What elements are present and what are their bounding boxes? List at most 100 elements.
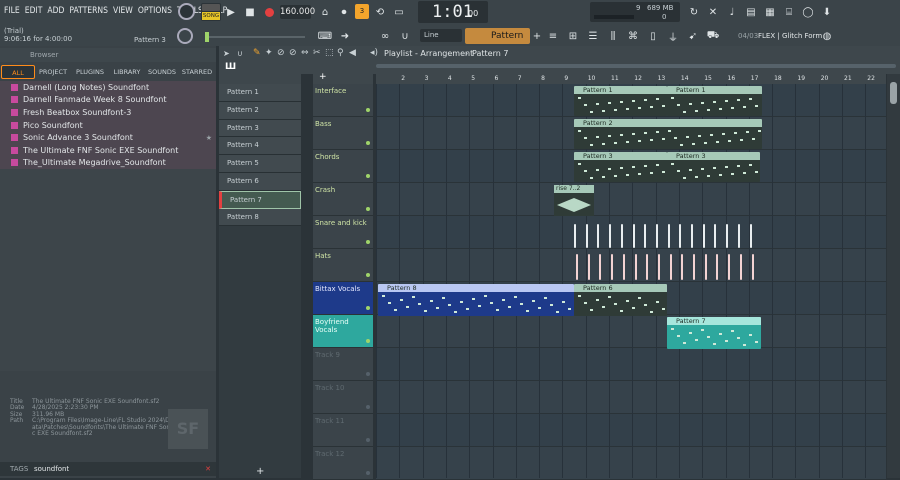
menu-view[interactable]: VIEW [113,6,133,16]
drum-hit[interactable] [679,224,682,248]
tab-library[interactable]: LIBRARY [109,65,145,79]
pattern-item[interactable]: Pattern 4 [219,137,301,156]
list-item[interactable]: The Ultimate FNF Sonic EXE Soundfont [0,143,216,157]
hat-hit[interactable] [657,254,660,280]
pattern-song-toggle[interactable]: SONG [201,3,221,21]
list-item[interactable]: The_Ultimate Megadrive_Soundfont [0,156,216,170]
volume-handle-icon[interactable] [205,32,209,42]
menu-add[interactable]: ADD [47,6,64,16]
mixer-small-icon[interactable]: ⫼ [605,28,621,44]
tools-icon[interactable]: ✕ [705,4,721,20]
menu-arrow-icon[interactable]: ➤ [223,49,230,58]
hat-hit[interactable] [576,254,578,280]
grid-icon[interactable]: Ш [225,62,236,72]
volume-slider[interactable] [205,36,305,38]
news-text[interactable]: FLEX | Glitch Form [758,32,822,40]
mic-icon[interactable]: ♩ [724,4,740,20]
menu-options[interactable]: OPTIONS [138,6,172,16]
tab-plugins[interactable]: PLUGINS [71,65,109,79]
drum-hit[interactable] [644,224,647,248]
pattern-item[interactable]: Pattern 1 [219,84,301,102]
timeline-ruler[interactable]: 2 3 4 5 6 7 8 9 10 11 12 13 14 15 16 17 18 19 20 21 22 [376,74,886,84]
tags-search-input[interactable]: soundfont [34,462,69,476]
step-edit-toggle[interactable]: 3 [355,4,369,19]
track-header[interactable]: Track 11 [313,414,373,447]
slice-tool-icon[interactable]: ✂ [313,48,321,58]
track-led-icon[interactable] [366,372,370,376]
download-icon[interactable]: ⬇ [819,4,835,20]
drum-hit[interactable] [667,224,670,248]
track-led-icon[interactable] [366,438,370,442]
hat-hit[interactable] [728,254,731,280]
master-pitch-knob[interactable] [177,28,193,44]
drum-hit[interactable] [691,224,693,248]
add-icon[interactable]: + [319,72,327,82]
track-led-icon[interactable] [366,174,370,178]
track-led-icon[interactable] [366,405,370,409]
paint-tool-icon[interactable]: ✦ [265,48,273,58]
hat-hit[interactable] [739,254,742,280]
track-header[interactable]: Snare and kick [313,216,373,249]
magnet-tool-icon[interactable]: ∪ [237,49,243,58]
track-lane[interactable] [376,381,886,414]
track-led-icon[interactable] [366,108,370,112]
delete-tool-icon[interactable]: ⊘ [277,48,285,58]
pattern-item[interactable]: Pattern 2 [219,101,301,120]
cart-icon[interactable]: ⛟ [705,28,721,44]
add-track-icon[interactable]: + [256,466,264,477]
track-header[interactable]: Track 9 [313,348,373,381]
globe-icon[interactable]: ◍ [820,28,834,44]
track-header[interactable]: Track 12 [313,447,373,480]
drum-hit[interactable] [655,224,658,248]
track-lane[interactable] [376,216,886,249]
clip-pattern-3[interactable]: Pattern 3 [667,152,760,182]
plug-icon[interactable]: ⏚ [665,28,681,44]
hat-hit[interactable] [681,254,684,280]
hat-hit[interactable] [669,254,672,280]
clip-pattern-1[interactable]: Pattern 1 [574,86,667,116]
select-tool-icon[interactable]: ⬚ [325,48,334,58]
hat-hit[interactable] [611,254,614,280]
playlist-icon[interactable]: ≡ [545,28,561,44]
track-header[interactable]: Hats [313,249,373,282]
track-lane[interactable] [376,447,886,480]
list-item[interactable]: Fresh Beatbox Soundfont-3 [0,106,216,119]
tab-starred[interactable]: STARRED [179,65,215,79]
list-item[interactable]: Darnell (Long Notes) Soundfont [0,81,216,94]
track-lane[interactable] [376,183,886,216]
speaker-icon[interactable]: ◂) [370,48,378,58]
pattern-item[interactable]: Pattern 6 [219,172,301,191]
track-lane[interactable] [376,315,886,348]
menu-file[interactable]: FILE [4,6,20,16]
stop-button[interactable]: ■ [242,4,258,20]
add-pattern-icon[interactable]: + [531,28,543,44]
mute-tool-icon[interactable]: ⊘ [289,48,297,58]
chat-icon[interactable]: ◯ [800,4,816,20]
pattern-selector[interactable]: Pattern 7 [465,28,530,57]
drum-hit[interactable] [749,224,752,248]
piano-icon[interactable]: ⌨ [317,28,333,44]
track-header[interactable]: Interface [313,84,373,117]
menu-edit[interactable]: EDIT [25,6,43,16]
hat-hit[interactable] [693,254,695,280]
zoom-tool-icon[interactable]: ⚲ [337,48,344,58]
tab-all[interactable]: ALL [1,65,35,79]
wait-record-icon[interactable]: ⏺ [336,4,352,20]
track-lane[interactable] [376,414,886,447]
pattern-item[interactable]: Pattern 3 [219,119,301,138]
piano-roll-icon[interactable]: ☰ [585,28,601,44]
list-item[interactable]: Sonic Advance 3 Soundfont ★ [0,131,216,144]
clip-pattern-2[interactable]: Pattern 2 [574,119,762,149]
magnet-icon[interactable]: ∪ [397,28,413,44]
track-header[interactable]: Chords [313,150,373,183]
pointer-icon[interactable]: ➹ [685,28,701,44]
track-header[interactable]: Bass [313,117,373,150]
scrollbar-h[interactable] [376,64,896,68]
track-led-icon[interactable] [366,471,370,475]
clip-pattern-6[interactable]: Pattern 6 [574,284,667,316]
track-lane[interactable] [376,348,886,381]
track-header[interactable]: Crash [313,183,373,216]
tab-sounds[interactable]: SOUNDS [145,65,179,79]
clip-rise-audio[interactable]: rise 7..2 [554,185,594,216]
play-button[interactable]: ▶ [223,4,239,20]
